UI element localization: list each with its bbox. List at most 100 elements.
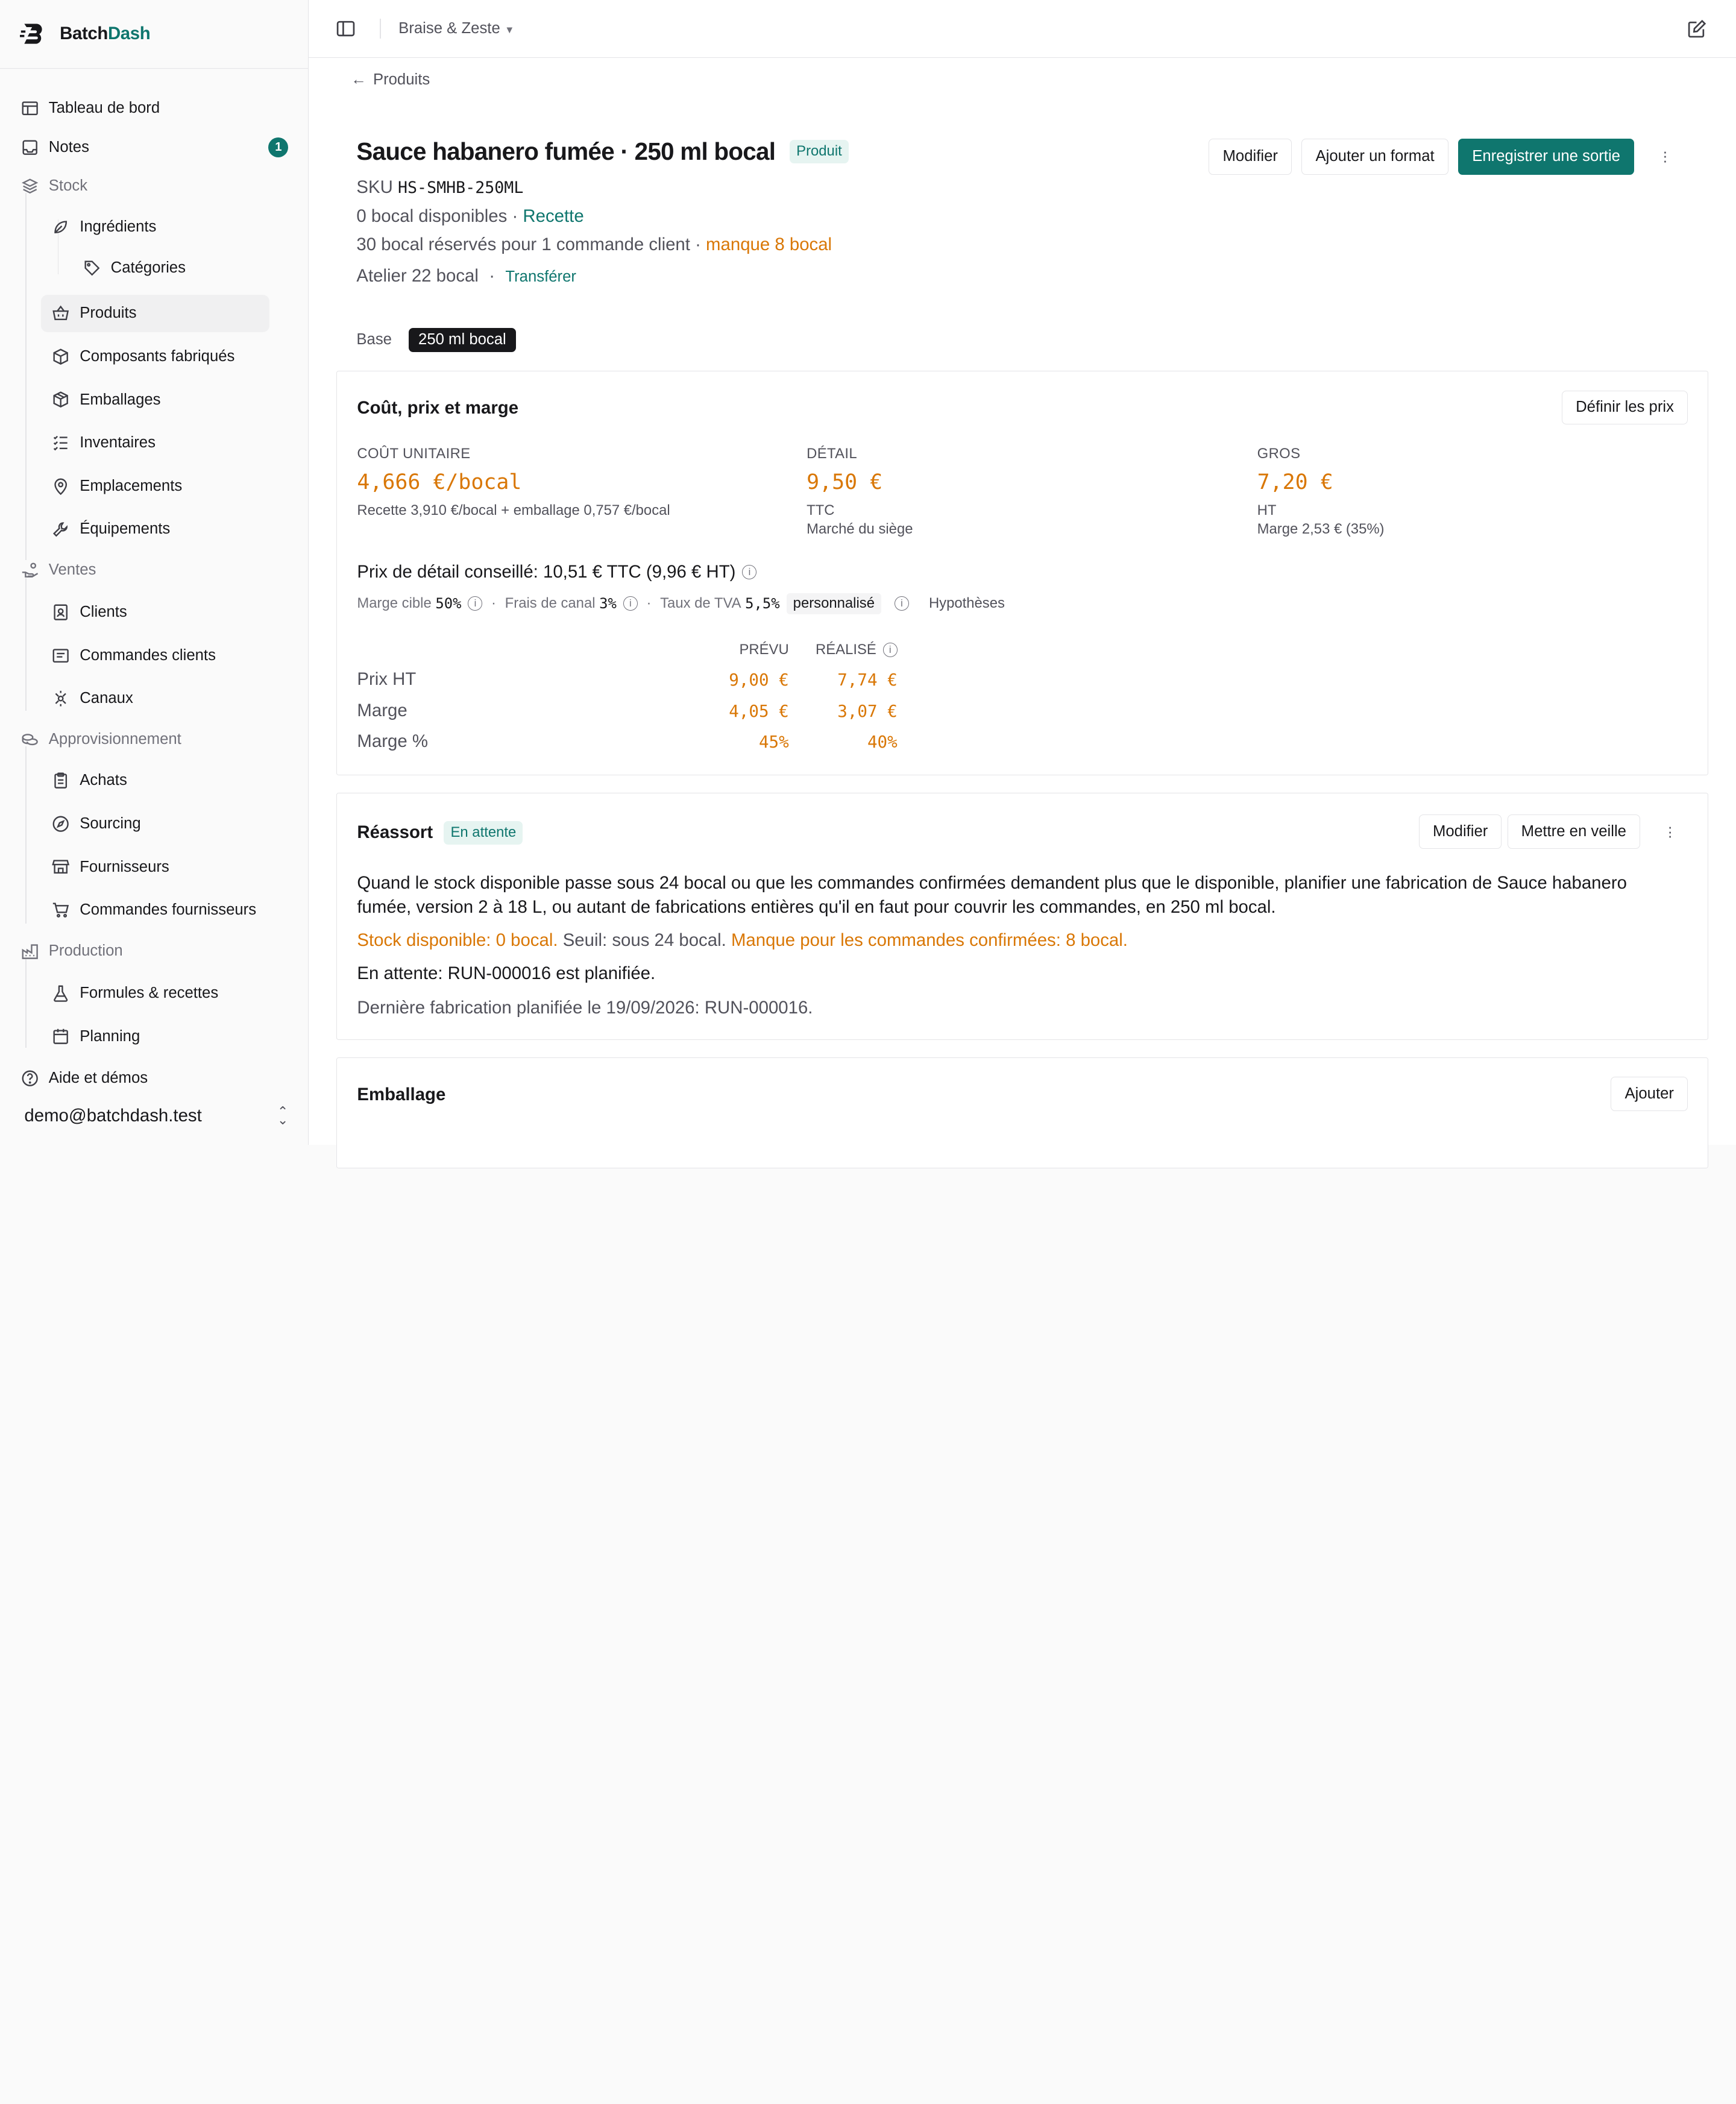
assumptions-link[interactable]: Hypothèses — [929, 595, 1005, 612]
threshold-text: Seuil: sous 24 bocal. — [562, 930, 726, 951]
vat-value: 5,5% — [745, 595, 780, 613]
packaging-add-button[interactable]: Ajouter — [1611, 1077, 1688, 1112]
contact-icon — [51, 602, 71, 622]
sidebar-toggle-icon[interactable] — [336, 19, 356, 39]
info-icon[interactable]: i — [468, 596, 483, 611]
page-title: Sauce habanero fumée · 250 ml bocal — [356, 137, 776, 165]
sidebar-item-planning[interactable]: Planning — [51, 1018, 288, 1055]
set-prices-button[interactable]: Définir les prix — [1562, 390, 1688, 425]
sidebar-item-clients[interactable]: Clients — [51, 593, 288, 631]
restock-pending: En attente: RUN-000016 est planifiée. — [357, 963, 656, 984]
sidebar-item-purchases[interactable]: Achats — [51, 762, 288, 799]
user-menu[interactable]: demo@batchdash.test ⌃ ⌄ — [24, 1098, 288, 1134]
sidebar-group-sales[interactable]: Ventes — [20, 552, 288, 589]
tab-250ml[interactable]: 250 ml bocal — [408, 327, 517, 352]
add-format-button[interactable]: Ajouter un format — [1301, 138, 1448, 175]
target-margin-value: 50% — [435, 595, 462, 613]
restock-edit-button[interactable]: Modifier — [1418, 814, 1502, 849]
wholesale-margin: Marge 2,53 € (35%) — [1257, 521, 1385, 538]
pricing-assumptions: Marge cible 50% i · Frais de canal 3% i … — [357, 593, 1005, 614]
unit-cost-label: COÛT UNITAIRE — [357, 446, 471, 462]
sidebar-item-label: Clients — [80, 603, 127, 621]
sidebar-group-procurement[interactable]: Approvisionnement — [20, 721, 288, 758]
info-icon[interactable]: i — [895, 596, 909, 611]
header-actions: Modifier Ajouter un format Enregistrer u… — [1199, 138, 1676, 175]
suggested-retail-price: Prix de détail conseillé: 10,51 € TTC (9… — [357, 562, 757, 582]
sidebar-item-channels[interactable]: Canaux — [51, 680, 288, 717]
sidebar-item-packaging[interactable]: Emballages — [51, 381, 288, 418]
layers-icon — [20, 176, 40, 196]
tag-icon — [82, 258, 102, 278]
actual-margin-pct: 40% — [867, 732, 898, 752]
sku-label: SKU — [356, 177, 393, 197]
row-label-margin-pct: Marge % — [357, 731, 428, 752]
clipboard-icon — [51, 770, 71, 790]
location-stock: Atelier 22 bocal — [356, 265, 479, 286]
chevrons-up-down-icon: ⌃ ⌄ — [277, 1103, 289, 1128]
retail-tax: TTC — [807, 502, 835, 518]
sidebar-item-equipment[interactable]: Équipements — [51, 511, 288, 548]
transfer-link[interactable]: Transférer — [505, 268, 576, 285]
info-icon[interactable]: i — [882, 643, 898, 658]
user-email: demo@batchdash.test — [24, 1106, 202, 1126]
wholesale-value: 7,20 € — [1257, 470, 1333, 494]
arrow-left-icon: ← — [351, 71, 366, 88]
coins-icon — [20, 729, 40, 749]
info-icon[interactable]: i — [623, 596, 638, 611]
shortage-text: manque 8 bocal — [706, 235, 832, 255]
sidebar-item-dashboard[interactable]: Tableau de bord — [20, 90, 288, 127]
sidebar-item-formulas[interactable]: Formules & recettes — [51, 974, 288, 1012]
compose-icon[interactable] — [1687, 19, 1707, 39]
planned-margin: 4,05 € — [729, 701, 789, 721]
package-icon — [51, 390, 71, 410]
available-count: 0 bocal disponibles — [356, 206, 508, 226]
reserved-line: 30 bocal réservés pour 1 commande client… — [356, 235, 832, 255]
sidebar-group-stock[interactable]: Stock — [20, 167, 288, 204]
sidebar-item-label: Formules & recettes — [80, 984, 219, 1001]
sku-line: SKU HS-SMHB-250ML — [356, 177, 523, 198]
sidebar-item-manufactured-components[interactable]: Composants fabriqués — [51, 338, 288, 375]
sidebar-item-supplier-orders[interactable]: Commandes fournisseurs — [51, 892, 288, 929]
sidebar-item-label: Fournisseurs — [80, 858, 169, 875]
back-link[interactable]: ← Produits — [351, 71, 430, 89]
edit-button[interactable]: Modifier — [1209, 138, 1292, 175]
restock-header: Réassort En attente — [357, 820, 523, 845]
record-out-button[interactable]: Enregistrer une sortie — [1458, 138, 1634, 175]
sidebar-item-locations[interactable]: Emplacements — [51, 467, 288, 505]
sidebar-item-label: Produits — [80, 304, 137, 322]
list-check-icon — [51, 433, 71, 453]
brand[interactable]: BatchDash — [0, 0, 309, 69]
sidebar-item-products[interactable]: Produits — [40, 294, 270, 332]
recipe-link[interactable]: Recette — [523, 206, 583, 226]
sidebar-item-label: Production — [48, 942, 123, 960]
packaging-card: Emballage Ajouter — [336, 1057, 1709, 1168]
more-vertical-icon[interactable]: · · · — [1654, 144, 1676, 168]
store-icon — [51, 857, 71, 877]
topbar-divider — [379, 18, 381, 39]
col-actual-header: RÉALISÉ i — [800, 641, 898, 658]
sidebar-item-ingredients[interactable]: Ingrédients — [51, 208, 288, 245]
notes-count-badge: 1 — [268, 137, 289, 157]
info-icon[interactable]: i — [742, 565, 757, 580]
sidebar-item-customer-orders[interactable]: Commandes clients — [51, 637, 288, 674]
tab-base[interactable]: Base — [347, 328, 402, 352]
sidebar-item-notes[interactable]: Notes 1 — [20, 128, 289, 166]
retail-value: 9,50 € — [807, 470, 883, 494]
confirmed-shortage-text: Manque pour les commandes confirmées: 8 … — [731, 930, 1128, 951]
workspace-switcher[interactable]: Braise & Zeste ▼ — [398, 20, 514, 37]
sidebar-item-categories[interactable]: Catégories — [82, 249, 288, 286]
sidebar-item-inventories[interactable]: Inventaires — [51, 424, 288, 461]
production-tree-line — [25, 959, 27, 1048]
retail-channel: Marché du siège — [807, 521, 913, 538]
sku-value: HS-SMHB-250ML — [397, 178, 524, 197]
cube-icon — [51, 347, 71, 367]
restock-card: Réassort En attente Modifier Mettre en v… — [336, 793, 1709, 1040]
sidebar-group-production[interactable]: Production — [20, 933, 288, 970]
restock-pause-button[interactable]: Mettre en veille — [1507, 814, 1640, 849]
sidebar-item-suppliers[interactable]: Fournisseurs — [51, 848, 288, 886]
sidebar-item-sourcing[interactable]: Sourcing — [51, 805, 288, 842]
sidebar-item-help[interactable]: Aide et démos — [20, 1060, 288, 1097]
restock-last-run: Dernière fabrication planifiée le 19/09/… — [357, 998, 813, 1018]
layout-icon — [20, 98, 40, 118]
restock-more-icon[interactable]: · · · — [1659, 819, 1681, 843]
